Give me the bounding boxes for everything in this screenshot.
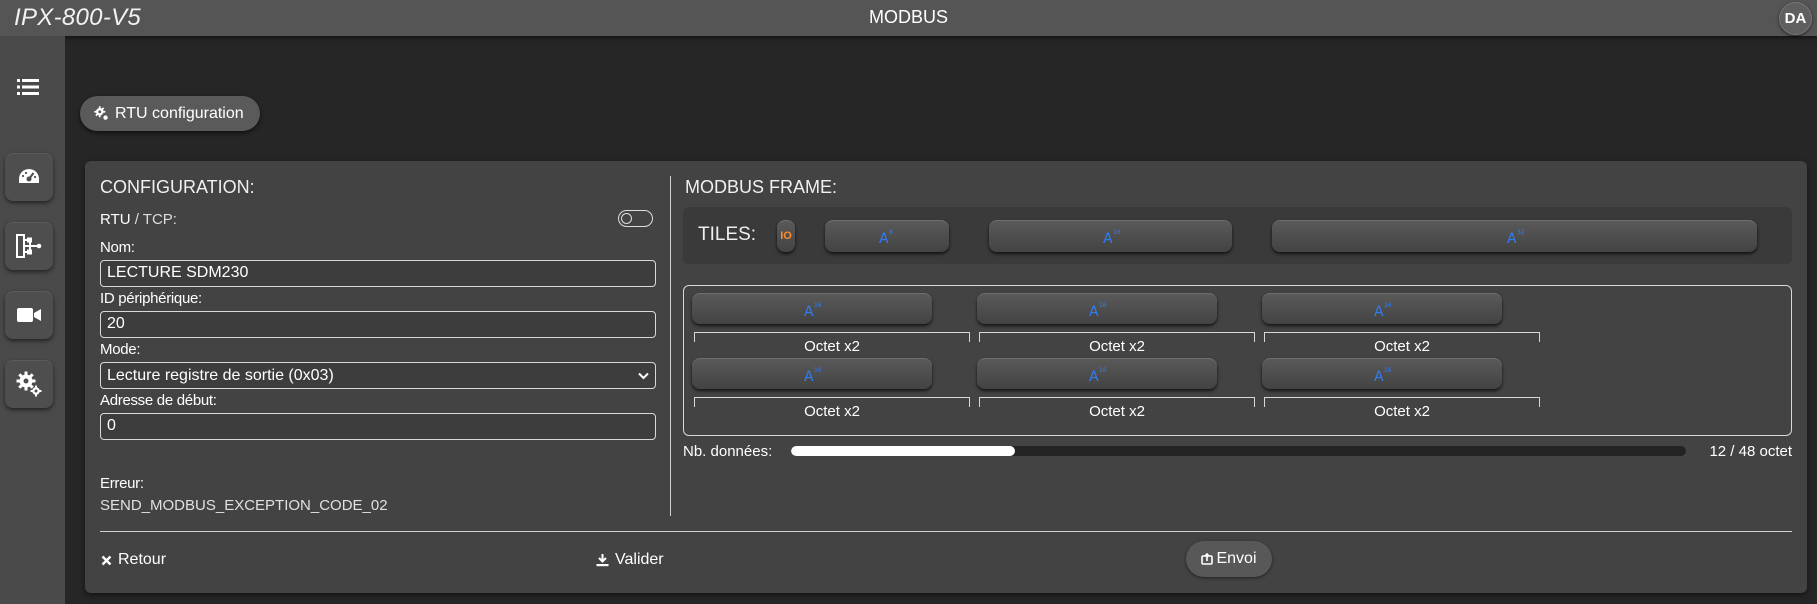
register-tile[interactable]: A 16 [692,293,932,324]
svg-text:A: A [879,231,889,245]
register-label: Octet x2 [1089,338,1145,355]
svg-text:A: A [1089,304,1099,318]
svg-text:16: 16 [1113,229,1120,236]
svg-text:16: 16 [1384,367,1391,374]
gears-icon [16,371,42,397]
svg-text:8: 8 [889,229,893,236]
data-progress-fill [791,446,1015,456]
name-field[interactable]: LECTURE SDM230 [100,260,656,287]
protocol-label: RTU / TCP: [100,211,177,228]
register-label: Octet x2 [1374,403,1430,420]
send-button[interactable]: Envoi [1186,541,1272,577]
error-value: SEND_MODBUS_EXCEPTION_CODE_02 [100,497,388,514]
svg-text:A: A [804,304,814,318]
rtu-configuration-label: RTU configuration [115,104,244,122]
modbus-frame-title: MODBUS FRAME: [685,177,838,197]
svg-text:32: 32 [1517,229,1524,236]
list-menu-button[interactable] [15,74,41,100]
tile-analog-medium[interactable]: A 16 [989,220,1232,252]
svg-text:A: A [804,369,814,383]
start-address-label: Adresse de début: [100,392,217,409]
mode-label: Mode: [100,341,141,358]
tile-io[interactable]: IO [777,220,795,252]
data-count-value: 12 / 48 octet [1709,443,1792,460]
register-label: Octet x2 [804,403,860,420]
mode-select-value: Lecture registre de sortie (0x03) [107,366,334,384]
modbus-card: CONFIGURATION: RTU / TCP: Nom: LECTURE S… [85,161,1807,593]
register-tile[interactable]: A 16 [1262,358,1502,389]
svg-text:16: 16 [1099,302,1106,309]
mode-select[interactable]: Lecture registre de sortie (0x03) [100,362,656,389]
io-tile-label: IO [780,230,792,242]
rtu-configuration-button[interactable]: RTU configuration [80,96,260,131]
name-label: Nom: [100,239,135,256]
analog-icon: A 32 [1507,229,1524,245]
svg-text:16: 16 [814,367,821,374]
data-count-label: Nb. données: [683,443,773,460]
analog-icon: A 16 [1374,302,1391,318]
camera-icon [17,308,41,322]
register-label: Octet x2 [804,338,860,355]
configuration-title: CONFIGURATION: [100,177,255,197]
tile-analog-small[interactable]: A8 [825,220,949,252]
register-tile[interactable]: A 16 [1262,293,1502,324]
close-icon [101,555,112,565]
sidebar-item-network[interactable] [5,222,53,270]
tiles-label: TILES: [698,224,757,245]
rtu-tcp-toggle[interactable] [618,210,653,227]
error-label: Erreur: [100,475,144,492]
register-label: Octet x2 [1089,403,1145,420]
svg-text:16: 16 [1099,367,1106,374]
top-bar: IPX-800-V5 MODBUS DA [0,0,1817,36]
register-tile[interactable]: A 16 [692,358,932,389]
sidebar-item-dashboard[interactable] [5,153,53,201]
svg-text:A: A [1103,231,1113,245]
analog-icon: A 16 [1374,367,1391,383]
svg-text:16: 16 [1384,302,1391,309]
analog-icon: A 16 [1089,367,1106,383]
tcp-label: / TCP: [130,211,177,228]
validate-button[interactable]: Valider [596,551,664,569]
register-tile[interactable]: A 16 [977,293,1217,324]
column-divider [670,176,671,516]
list-icon [17,79,39,95]
start-address-field[interactable]: 0 [100,413,656,440]
svg-text:A: A [1089,369,1099,383]
svg-text:A: A [1374,369,1384,383]
gears-icon [94,106,108,120]
sidebar [0,36,65,604]
data-progress-bar [791,446,1686,456]
analog-icon: A 16 [1089,302,1106,318]
analog-icon: A 16 [804,302,821,318]
analog-icon: A8 [879,229,893,245]
chevron-down-icon [638,372,649,379]
back-button[interactable]: Retour [101,551,166,569]
svg-text:A: A [1374,304,1384,318]
footer-divider [100,531,1792,532]
network-icon [16,234,42,258]
configuration-panel: CONFIGURATION: RTU / TCP: Nom: LECTURE S… [85,161,670,516]
back-label: Retour [118,551,167,568]
page-title: MODBUS [868,7,948,27]
analog-icon: A 16 [804,367,821,383]
rtu-label: RTU [100,211,131,228]
frame-box: A 16 A 16 A 16 Octet x2 Octet x2 Octet x2 A… [683,285,1792,436]
send-icon [1201,553,1214,565]
dashboard-icon [19,169,39,183]
register-tile[interactable]: A 16 [977,358,1217,389]
svg-text:A: A [1507,231,1517,245]
sidebar-item-settings[interactable] [5,360,53,408]
svg-text:16: 16 [814,302,821,309]
sidebar-item-camera[interactable] [5,291,53,339]
device-id-field[interactable]: 20 [100,311,656,338]
register-label: Octet x2 [1374,338,1430,355]
device-id-label: ID périphérique: [100,290,202,307]
avatar[interactable]: DA [1779,2,1812,35]
tiles-bar: TILES: IO A8 A 16 A 32 [683,207,1792,264]
download-icon [596,554,609,567]
analog-icon: A 16 [1103,229,1120,245]
send-label: Envoi [1216,550,1257,567]
validate-label: Valider [615,551,664,568]
tile-analog-large[interactable]: A 32 [1272,220,1757,252]
